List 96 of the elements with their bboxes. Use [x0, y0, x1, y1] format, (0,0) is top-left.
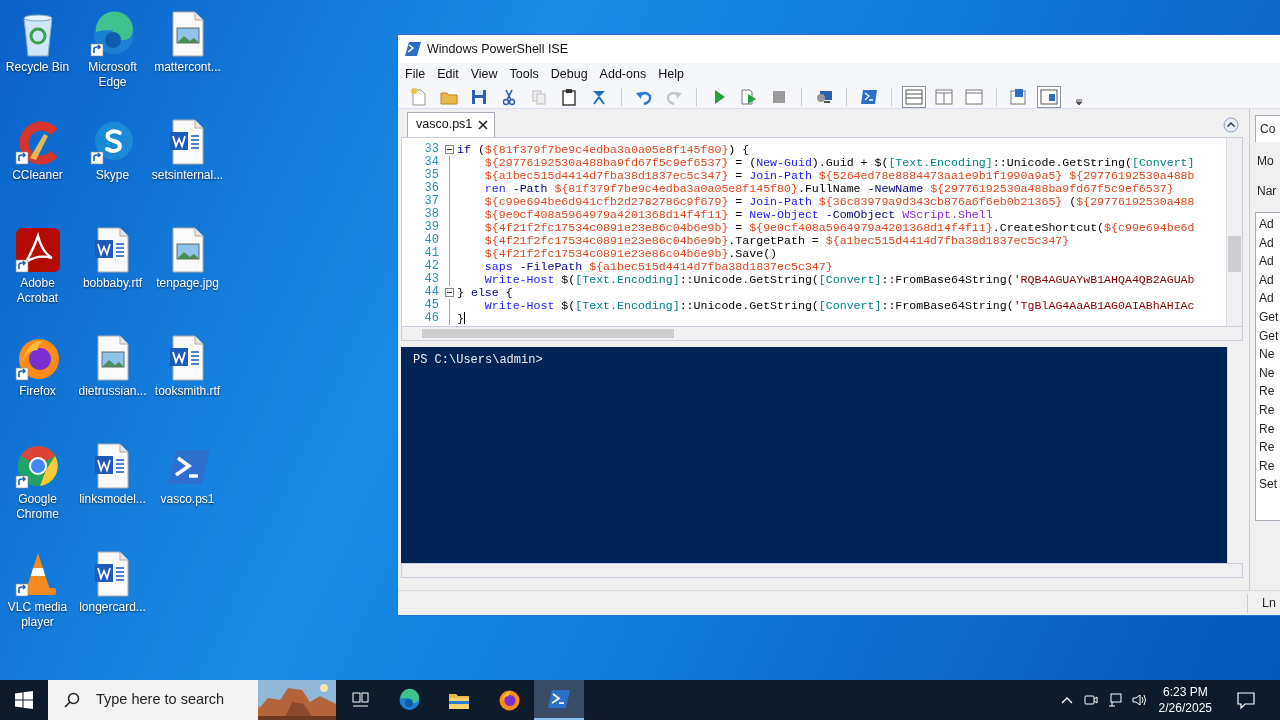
- show-pane-icon[interactable]: [1037, 85, 1061, 108]
- code-line: ${4f21f2fc17534c0891e23e86c04b6e9b}.TargetPath = ${a1bec515d4414d7fba38d1837ec5c347}: [483, 234, 1070, 247]
- field-label: Mo: [1256, 153, 1275, 170]
- wave-logo-icon[interactable]: [88, 10, 137, 58]
- scrollbar[interactable]: [1226, 138, 1242, 326]
- menu-item[interactable]: Edit: [434, 64, 468, 84]
- fold-icon[interactable]: [445, 288, 454, 297]
- list-item[interactable]: Ne: [1259, 363, 1280, 383]
- icon-label[interactable]: Adobe Acrobat: [0, 276, 75, 306]
- list-item[interactable]: Get: [1259, 326, 1280, 346]
- pdf-icon[interactable]: [13, 226, 62, 274]
- app-icon: [405, 41, 421, 57]
- code-line: ${c99e694be6d941cfb2d2782786c9f679} = Join-Path ${36c83979a9d343cb876a6f6eb0b21365} (${29776192530a488: [483, 195, 1195, 208]
- icon-label[interactable]: tenpage.jpg: [150, 276, 225, 291]
- icon-label[interactable]: dietrussian...: [75, 384, 150, 399]
- line-number: 35: [423, 169, 439, 182]
- list-item[interactable]: Get: [1259, 307, 1280, 327]
- list-item[interactable]: Re: [1259, 438, 1280, 457]
- list-item[interactable]: Re: [1259, 400, 1280, 420]
- code-line: Write-Host $([Text.Encoding]::Unicode.GetString([Convert]::FromBase64String('RQB4AGUAYwB1AHQA4QB2AGUAb: [483, 273, 1195, 286]
- line-number: 44: [423, 286, 439, 299]
- line-number: 41: [423, 247, 439, 260]
- console-taskbar-button[interactable]: [534, 680, 584, 720]
- menu-item[interactable]: Add-ons: [596, 64, 656, 84]
- console-prompt: PS C:\Users\admin>: [413, 351, 544, 369]
- search-box[interactable]: Type here to search: [48, 680, 336, 720]
- line-number: 33: [423, 143, 439, 156]
- line-number: 36: [423, 182, 439, 195]
- menu-item[interactable]: File: [402, 64, 435, 84]
- code-line: ren -Path ${81f379f7be9c4edba3a0a05e8f145f80}.FullName -NewName ${29776192530a488ba9fd67f5c9ef6537}: [483, 182, 1174, 195]
- code-line: ${9e0cf408a5964979a4201368d14f4f11} = New-Object -ComObject WScript.Shell: [483, 208, 993, 221]
- console-icon[interactable]: [547, 687, 571, 711]
- code-line: if (${81f379f7be9c4edba3a0a05e8f145f80}) {: [457, 143, 750, 156]
- icon-label[interactable]: VLC media player: [0, 600, 75, 630]
- list-item[interactable]: Ad: [1259, 289, 1280, 308]
- list-item[interactable]: Re: [1259, 382, 1280, 401]
- scrollbar[interactable]: [401, 563, 1243, 578]
- notification-icon[interactable]: [1236, 690, 1256, 710]
- line-number: 34: [423, 156, 439, 169]
- code-line: ${29776192530a488ba9fd67f5c9ef6537} = (New-Guid).Guid + $([Text.Encoding]::Unicode.GetString([Convert]: [483, 156, 1195, 169]
- search-field[interactable]: Type here to search: [96, 689, 258, 711]
- start-icon[interactable]: [15, 691, 33, 709]
- icon-label[interactable]: vasco.ps1: [150, 492, 225, 507]
- line-number: 46: [423, 312, 439, 325]
- icon-label[interactable]: setsinternal...: [150, 168, 225, 183]
- window-title: Windows PowerShell ISE: [427, 40, 569, 58]
- code-line: ${4f21f2fc17534c0891e23e86c04b6e9b} = ${9e0cf408a5964979a4201368d14f4f11}.CreateShortcut(${c99e694be6d: [483, 221, 1195, 234]
- line-number: 45: [423, 299, 439, 312]
- list-item[interactable]: Ad: [1259, 215, 1280, 234]
- icon-label[interactable]: longercard...: [75, 600, 150, 615]
- close-icon[interactable]: [478, 119, 489, 130]
- list-item[interactable]: Set: [1259, 475, 1280, 494]
- list-item[interactable]: Re: [1259, 419, 1280, 439]
- fox-browser-icon[interactable]: [497, 688, 521, 712]
- code-line: ${a1bec515d4414d7fba38d1837ec5c347} = Join-Path ${5264ed78e8884473aa1e9b1f1990a9a5} ${29776192530a488b: [483, 169, 1195, 182]
- code-line: }: [457, 312, 465, 325]
- list-item[interactable]: Ad: [1259, 252, 1280, 271]
- icon-label[interactable]: tooksmith.rtf: [150, 384, 225, 399]
- icon-label[interactable]: Recycle Bin: [0, 60, 75, 75]
- code-line: saps -FilePath ${a1bec515d4414d7fba38d1837ec5c347}: [483, 260, 833, 273]
- list-item[interactable]: Ad: [1259, 233, 1280, 253]
- code-line: ${4f21f2fc17534c0891e23e86c04b6e9b}.Save(): [483, 247, 778, 260]
- icon-label[interactable]: bobbaby.rtf: [75, 276, 150, 291]
- clock[interactable]: 6:23 PM 2/26/2025: [1150, 684, 1220, 716]
- menu-item[interactable]: Tools: [506, 64, 548, 84]
- code-line: Write-Host $([Text.Encoding]::Unicode.GetString([Convert]::FromBase64String('TgBlAG4AaAB1AG0AIABhAHIAc: [483, 299, 1195, 312]
- task-view-icon[interactable]: [351, 691, 369, 709]
- field-label: Nar: [1256, 183, 1278, 200]
- layout-top-icon[interactable]: [902, 85, 926, 108]
- line-number: 39: [423, 221, 439, 234]
- menu-item[interactable]: Debug: [547, 64, 597, 84]
- icon-label[interactable]: mattercont...: [150, 60, 225, 75]
- list-item[interactable]: Ad: [1259, 270, 1280, 290]
- pane-tab[interactable]: Co: [1255, 115, 1280, 142]
- icon-label[interactable]: CCleaner: [0, 168, 75, 183]
- line-number: 37: [423, 195, 439, 208]
- line-number: 40: [423, 234, 439, 247]
- icon-label[interactable]: Microsoft Edge: [75, 60, 150, 90]
- menu-item[interactable]: View: [467, 64, 507, 84]
- icon-label[interactable]: Firefox: [0, 384, 75, 399]
- line-number: 43: [423, 273, 439, 286]
- script-tab[interactable]: vasco.ps1: [407, 112, 496, 137]
- wave-logo-icon[interactable]: [397, 688, 421, 712]
- line-number: 42: [423, 260, 439, 273]
- code-line: } else {: [457, 286, 513, 299]
- collapse-icon[interactable]: [1223, 117, 1239, 133]
- search-icon: [64, 692, 80, 708]
- list-item[interactable]: Ne: [1259, 345, 1280, 364]
- icon-label[interactable]: linksmodel...: [75, 492, 150, 507]
- fold-icon[interactable]: [445, 145, 454, 154]
- list-item[interactable]: Re: [1259, 456, 1280, 476]
- icon-label[interactable]: Google Chrome: [0, 492, 75, 522]
- menu-item[interactable]: Help: [655, 64, 693, 84]
- line-number: 38: [423, 208, 439, 221]
- cursor-position: Ln: [1247, 593, 1280, 613]
- icon-label[interactable]: Skype: [75, 168, 150, 183]
